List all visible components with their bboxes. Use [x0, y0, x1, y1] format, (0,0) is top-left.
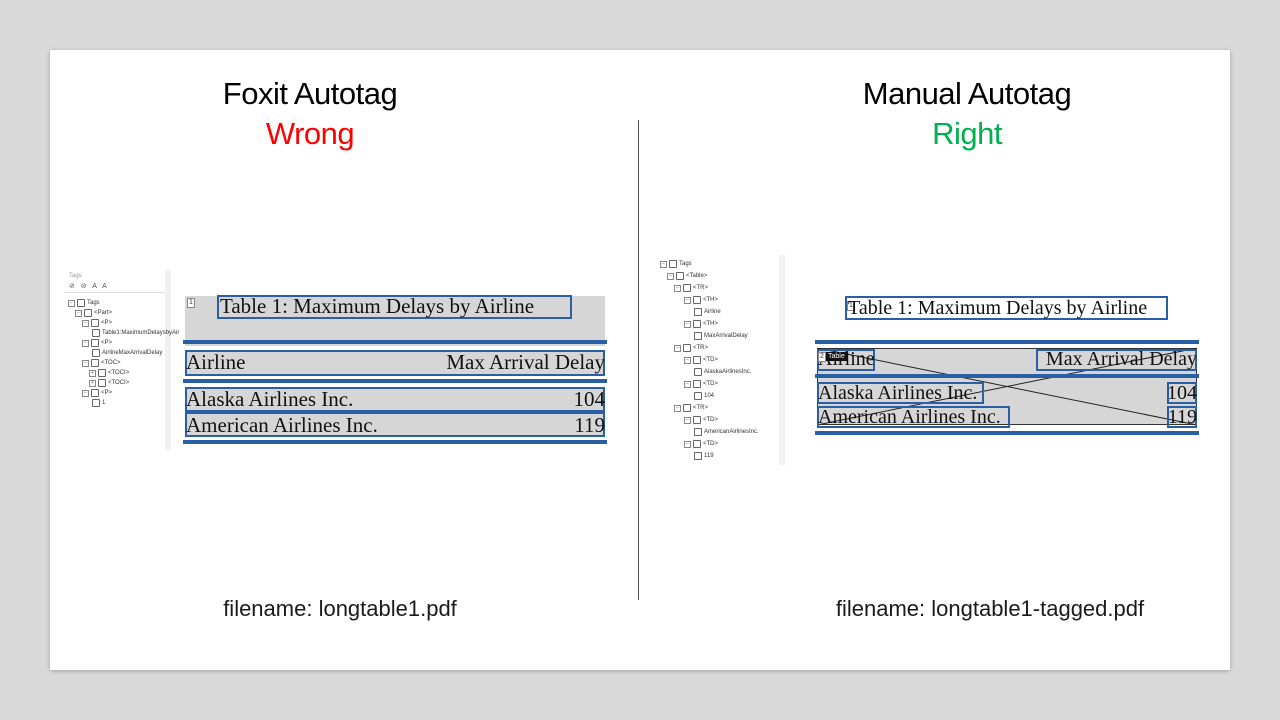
- header-cell-delay: Max Arrival Delay: [446, 350, 605, 374]
- left-pdf-preview: 1 Table 1: Maximum Delays by Airline Air…: [180, 290, 610, 450]
- rule-line: [815, 431, 1199, 435]
- rule-line: [183, 340, 607, 344]
- tree-node[interactable]: AirlineMaxArrivalDelay: [92, 348, 162, 358]
- tree-node[interactable]: − Tags: [660, 259, 692, 269]
- left-heading: Foxit Autotag: [222, 76, 398, 111]
- tree-node[interactable]: MaxArrivalDelay: [694, 331, 748, 341]
- rule-line: [815, 374, 1199, 378]
- right-filename: filename: longtable1-tagged.pdf: [835, 596, 1145, 621]
- row-cell: Alaska Airlines Inc.: [186, 387, 354, 411]
- table-caption: Table 1: Maximum Delays by Airline: [220, 294, 535, 318]
- header-cell-airline: Airline: [186, 350, 246, 374]
- tree-node[interactable]: − <TD>: [684, 379, 718, 389]
- tree-node[interactable]: AlaskaAirlinesInc.: [694, 367, 751, 377]
- panel-splitter[interactable]: [779, 255, 785, 465]
- center-divider: [638, 120, 639, 600]
- tree-node[interactable]: − <TH>: [684, 319, 718, 329]
- tree-node[interactable]: − <P>: [82, 318, 112, 328]
- tag-order-badge: 1: [187, 298, 195, 308]
- right-verdict: Right: [932, 116, 1002, 151]
- tag-order-badge: 2: [818, 352, 826, 362]
- header-cell-delay: Max Arrival Delay: [1045, 348, 1197, 370]
- tree-node[interactable]: AmericanAirlinesInc.: [694, 427, 759, 437]
- tree-node[interactable]: − <P>: [82, 388, 112, 398]
- panel-splitter[interactable]: [165, 270, 171, 450]
- row-cell: 104: [573, 387, 606, 411]
- row-cell: Alaska Airlines Inc.: [818, 382, 978, 404]
- tree-node[interactable]: 104: [694, 391, 714, 401]
- tree-node[interactable]: + <TOCI>: [89, 368, 129, 378]
- row-cell: 119: [1167, 406, 1197, 428]
- rule-line: [815, 340, 1199, 344]
- tree-node[interactable]: + <TOCI>: [89, 378, 129, 388]
- tree-node[interactable]: − <TH>: [684, 295, 718, 305]
- tree-node[interactable]: − <TR>: [674, 343, 708, 353]
- panel-toolbar[interactable]: ⊘ ⊘ A A: [69, 282, 109, 290]
- right-tags-panel: − Tags − <Table> − <TR> − <TH> Airline − <TH>…: [657, 255, 787, 465]
- tree-node[interactable]: Table1:MaximumDelaysbyAir: [92, 328, 179, 338]
- tree-node[interactable]: 119: [694, 451, 714, 461]
- row-cell: 119: [574, 413, 605, 437]
- panel-title: Tags: [69, 273, 82, 279]
- slide: Foxit Autotag Wrong Manual Autotag Right…: [50, 50, 1230, 670]
- table-tag-label: Table: [826, 352, 847, 361]
- left-filename: filename: longtable1.pdf: [223, 596, 457, 621]
- row-cell: American Airlines Inc.: [186, 413, 378, 437]
- right-pdf-preview: 1 Table 1: Maximum Delays by Airline Air…: [812, 290, 1202, 440]
- tree-node[interactable]: − <TR>: [674, 283, 708, 293]
- table-caption: Table 1: Maximum Delays by Airline: [848, 297, 1148, 319]
- left-verdict: Wrong: [265, 116, 355, 151]
- rule-line: [183, 379, 607, 383]
- row-cell: American Airlines Inc.: [818, 406, 1001, 428]
- tree-node[interactable]: 1: [92, 398, 105, 408]
- row-cell: 104: [1167, 382, 1197, 404]
- tree-node[interactable]: − <TD>: [684, 355, 718, 365]
- tree-node[interactable]: − <TR>: [674, 403, 708, 413]
- tree-node[interactable]: − <Part>: [75, 308, 112, 318]
- tree-node[interactable]: − <TD>: [684, 439, 718, 449]
- rule-line: [183, 440, 607, 444]
- tree-node[interactable]: − Tags: [68, 298, 100, 308]
- tree-node[interactable]: − <TD>: [684, 415, 718, 425]
- tree-node[interactable]: − <P>: [82, 338, 112, 348]
- left-tags-panel: Tags ⊘ ⊘ A A − Tags − <Part> − <P> Table1:M…: [65, 270, 179, 450]
- tree-node[interactable]: − <Table>: [667, 271, 707, 281]
- right-heading: Manual Autotag: [862, 76, 1072, 111]
- tree-node[interactable]: Airline: [694, 307, 721, 317]
- tree-node[interactable]: − <TOC>: [82, 358, 121, 368]
